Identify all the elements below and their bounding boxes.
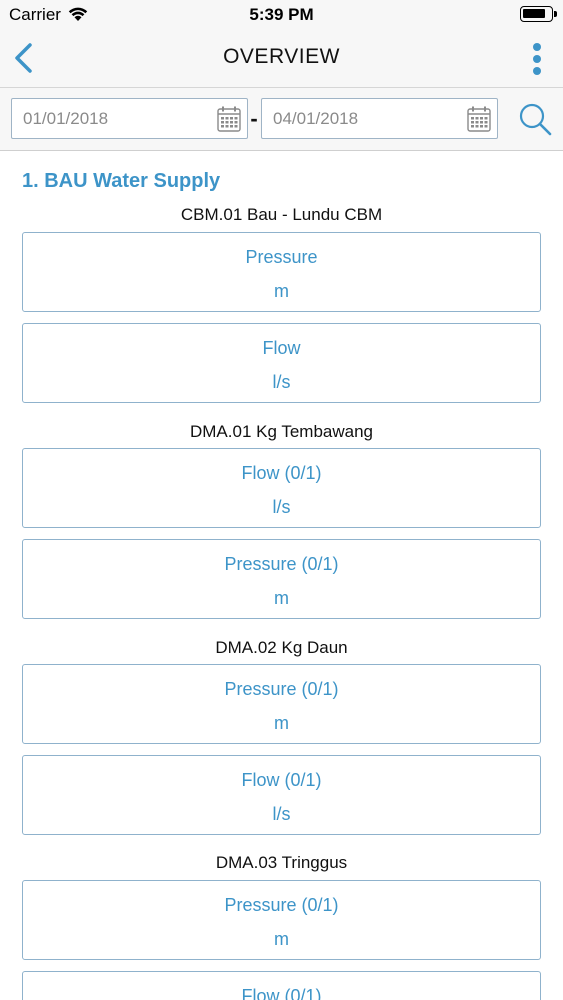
station-title: DMA.03 Tringgus xyxy=(215,853,348,872)
metric-unit: m xyxy=(274,713,289,733)
end-date-field[interactable]: 04/01/2018 xyxy=(261,98,498,139)
station-title: DMA.01 Kg Tembawang xyxy=(189,422,373,441)
page-title: OVERVIEW xyxy=(223,45,340,68)
metric-card[interactable]: Flow (0/1) xyxy=(22,971,541,1000)
metric-unit: m xyxy=(274,929,289,949)
status-bar: Carrier 5:39 PM xyxy=(0,0,563,30)
station-title: CBM.01 Bau - Lundu CBM xyxy=(180,205,383,224)
search-icon xyxy=(519,103,552,136)
metric-label: Flow (0/1) xyxy=(241,770,322,790)
more-options-button[interactable] xyxy=(531,42,543,76)
station-title: DMA.02 Kg Daun xyxy=(215,638,348,657)
navigation-bar: OVERVIEW xyxy=(0,30,563,88)
metric-label: Pressure (0/1) xyxy=(224,679,339,699)
metric-card[interactable]: Pressure m xyxy=(22,232,541,312)
metric-unit: m xyxy=(274,588,289,608)
metric-card[interactable]: Pressure (0/1) m xyxy=(22,539,541,619)
metric-card[interactable]: Pressure (0/1) m xyxy=(22,880,541,960)
section-title: 1. BAU Water Supply xyxy=(22,170,221,192)
metric-card[interactable]: Flow (0/1) l/s xyxy=(22,755,541,835)
metric-card[interactable]: Flow (0/1) l/s xyxy=(22,448,541,528)
metric-label: Flow (0/1) xyxy=(241,463,322,483)
search-button[interactable] xyxy=(518,102,552,136)
vertical-dots-icon xyxy=(533,43,541,75)
date-range-separator: - xyxy=(250,106,258,131)
metric-label: Pressure xyxy=(245,247,318,267)
metric-unit: l/s xyxy=(272,804,291,824)
metric-card[interactable]: Flow l/s xyxy=(22,323,541,403)
metric-unit: l/s xyxy=(272,497,291,517)
metric-card[interactable]: Pressure (0/1) m xyxy=(22,664,541,744)
calendar-icon[interactable] xyxy=(217,106,241,132)
status-time: 5:39 PM xyxy=(249,5,314,24)
battery-icon xyxy=(520,6,557,22)
start-date-field[interactable]: 01/01/2018 xyxy=(11,98,248,139)
calendar-icon[interactable] xyxy=(467,106,491,132)
metric-label: Pressure (0/1) xyxy=(224,554,339,574)
metric-unit: m xyxy=(274,281,289,301)
metric-label: Flow (0/1) xyxy=(241,986,322,1000)
metric-label: Flow xyxy=(262,338,301,358)
metric-unit: l/s xyxy=(272,372,291,392)
end-date-value: 04/01/2018 xyxy=(273,109,359,128)
start-date-value: 01/01/2018 xyxy=(23,109,109,128)
metric-label: Pressure (0/1) xyxy=(224,895,339,915)
date-filter-bar: 01/01/2018 - 04/01/2018 xyxy=(0,88,563,151)
